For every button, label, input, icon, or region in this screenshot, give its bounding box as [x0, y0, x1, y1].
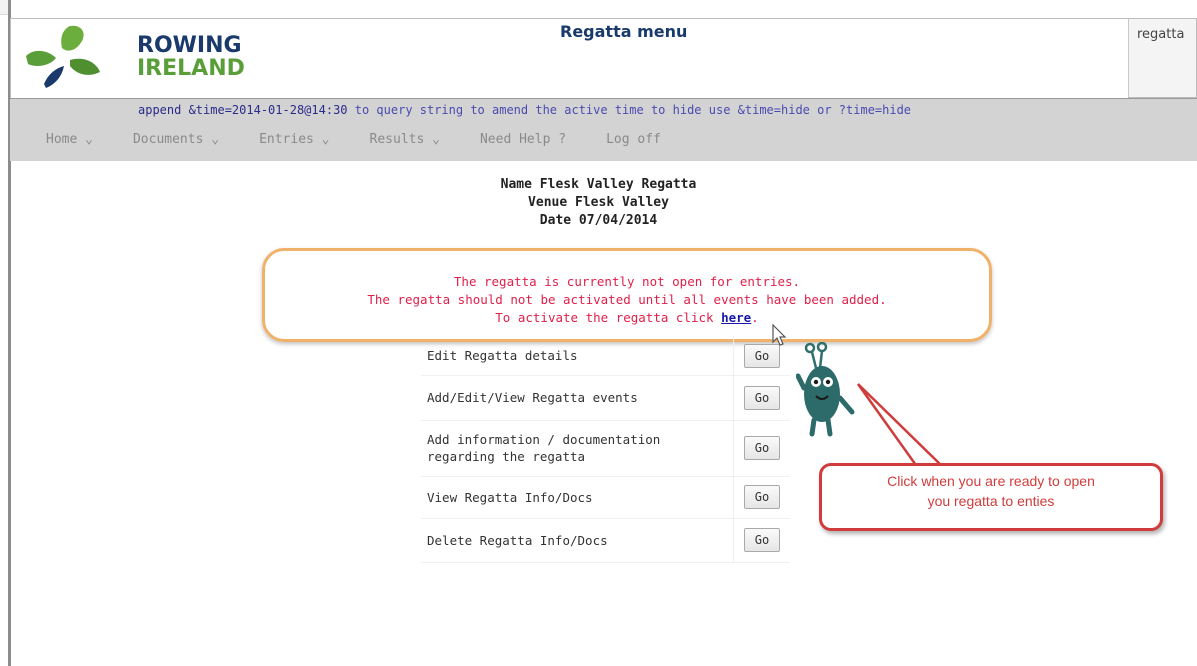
warning-line-3: To activate the regatta click here. — [262, 310, 992, 325]
warning-line-1: The regatta is currently not open for en… — [453, 274, 801, 289]
main-menu: Home ⌄ Documents ⌄ Entries ⌄ Results ⌄ N… — [46, 132, 701, 147]
activate-here-link[interactable]: here — [721, 310, 751, 325]
table-row: Add information / documentation regardin… — [421, 420, 790, 477]
logo-wordmark: ROWING IRELAND — [137, 34, 245, 80]
warning-line-3-prefix: To activate the regatta click — [495, 310, 722, 325]
action-label: Add information / documentation regardin… — [421, 420, 734, 477]
regatta-name: Name Flesk Valley Regatta — [500, 177, 697, 192]
delete-info-go-button[interactable]: Go — [744, 528, 780, 552]
time-notice-rest: to query string to amend the active time… — [347, 103, 912, 117]
rowing-ireland-logo-icon[interactable] — [22, 22, 122, 92]
page-title: Regatta menu — [560, 22, 688, 41]
regatta-date: Date 07/04/2014 — [539, 213, 658, 228]
action-label: View Regatta Info/Docs — [421, 476, 734, 519]
logo-line1: ROWING — [137, 33, 242, 58]
table-row: View Regatta Info/Docs Go — [421, 476, 790, 519]
header-right-panel: regatta — [1128, 18, 1197, 98]
view-info-go-button[interactable]: Go — [744, 485, 780, 509]
warning-line-2: The regatta should not be activated unti… — [367, 292, 887, 307]
regatta-venue: Venue Flesk Valley — [528, 195, 669, 210]
menu-log-off[interactable]: Log off — [606, 132, 661, 147]
table-row: Delete Regatta Info/Docs Go — [421, 518, 790, 563]
action-label: Delete Regatta Info/Docs — [421, 518, 734, 563]
action-label: Add/Edit/View Regatta events — [421, 375, 734, 421]
callout-text: Click when you are ready to open you reg… — [819, 471, 1163, 511]
menu-need-help[interactable]: Need Help ? — [480, 132, 566, 147]
events-go-button[interactable]: Go — [744, 385, 780, 410]
warning-line-3-suffix: . — [751, 310, 759, 325]
action-label: Edit Regatta details — [421, 337, 734, 376]
menu-entries[interactable]: Entries ⌄ — [259, 132, 329, 147]
callout-pointer-arrow — [856, 383, 948, 470]
table-row: Add/Edit/View Regatta events Go — [421, 375, 790, 421]
menu-home[interactable]: Home ⌄ — [46, 132, 93, 147]
callout-line-2: you regatta to enties — [927, 493, 1055, 509]
callout-line-1: Click when you are ready to open — [887, 473, 1095, 489]
time-notice-prefix: append &time=2014-01-28@14:30 — [138, 103, 348, 117]
regatta-actions-table: Edit Regatta details Go Add/Edit/View Re… — [421, 337, 790, 563]
time-notice: append &time=2014-01-28@14:30 to query s… — [138, 103, 911, 117]
logo-line2: IRELAND — [137, 56, 245, 81]
menu-documents[interactable]: Documents ⌄ — [133, 132, 219, 147]
table-row: Edit Regatta details Go — [421, 337, 790, 376]
mascot-character-icon — [796, 342, 855, 437]
add-info-go-button[interactable]: Go — [744, 436, 780, 460]
header-right-text: regatta — [1137, 27, 1185, 42]
menu-results[interactable]: Results ⌄ — [370, 132, 440, 147]
mouse-pointer-icon — [772, 324, 787, 346]
